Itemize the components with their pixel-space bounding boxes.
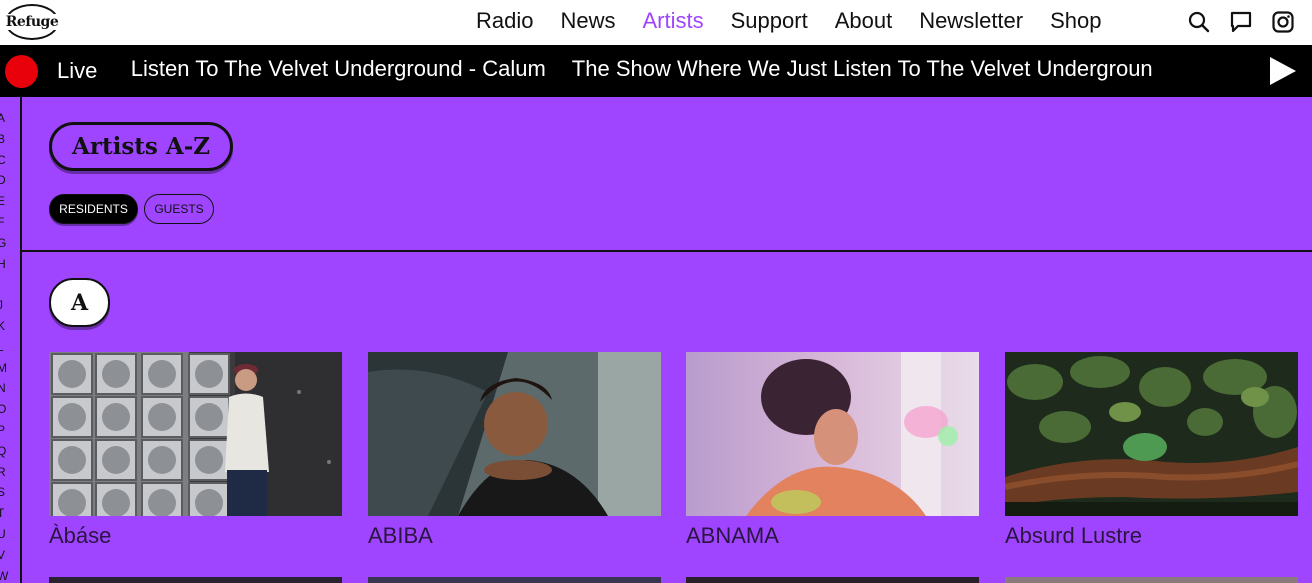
page-header: Artists A-Z RESIDENTS GUESTS	[22, 97, 1312, 252]
page-title: Artists A-Z	[49, 122, 234, 171]
live-indicator-icon	[5, 55, 38, 88]
search-icon[interactable]	[1186, 9, 1212, 35]
instagram-icon[interactable]	[1270, 9, 1296, 35]
nav-about[interactable]: About	[835, 6, 893, 36]
nav-radio[interactable]: Radio	[476, 6, 533, 36]
alphabet-letter-q[interactable]: Q	[0, 444, 6, 458]
filter-residents-button[interactable]: RESIDENTS	[49, 194, 138, 224]
artist-card-partial[interactable]	[49, 577, 342, 583]
artist-name[interactable]: Àbáse	[49, 523, 342, 549]
header-icons	[1186, 9, 1296, 35]
refuge-logo[interactable]: Refuge	[4, 4, 60, 40]
artist-card-partial[interactable]	[368, 577, 661, 583]
alphabet-letter-e[interactable]: E	[0, 194, 5, 208]
play-button[interactable]	[1240, 45, 1312, 97]
alphabet-index: ABCDEFGHIJKLMNOPQRSTUVW	[0, 97, 22, 583]
alphabet-letter-j[interactable]: J	[0, 298, 3, 312]
ticker-text: The Show Where We Just Listen To The Vel…	[571, 56, 1153, 81]
artist-card[interactable]: Absurd Lustre	[1005, 352, 1298, 549]
alphabet-letter-t[interactable]: T	[0, 506, 4, 520]
alphabet-letter-a[interactable]: A	[0, 111, 5, 125]
alphabet-letter-o[interactable]: O	[0, 402, 6, 416]
alphabet-letter-w[interactable]: W	[0, 569, 8, 583]
alphabet-letter-b[interactable]: B	[0, 132, 5, 146]
filter-guests-button[interactable]: GUESTS	[144, 194, 214, 224]
artist-card-partial[interactable]	[686, 577, 979, 583]
now-playing-ticker: e Just Listen To The Velvet Underground …	[128, 45, 1240, 97]
artist-name[interactable]: Absurd Lustre	[1005, 523, 1298, 549]
logo-text: Refuge	[4, 14, 60, 30]
nav-news[interactable]: News	[560, 6, 615, 36]
artist-card[interactable]: ABIBA	[368, 352, 661, 549]
artist-card-partial[interactable]	[1005, 577, 1298, 583]
alphabet-letter-m[interactable]: M	[0, 361, 7, 375]
nav-artists[interactable]: Artists	[643, 6, 704, 36]
alphabet-letter-d[interactable]: D	[0, 173, 6, 187]
nav-support[interactable]: Support	[731, 6, 808, 36]
alphabet-letter-h[interactable]: H	[0, 257, 6, 271]
live-player-bar: Live e Just Listen To The Velvet Undergr…	[0, 45, 1312, 97]
live-label: Live	[57, 58, 98, 83]
nav-newsletter[interactable]: Newsletter	[919, 6, 1023, 36]
alphabet-letter-n[interactable]: N	[0, 381, 6, 395]
ticker-text: e Just Listen To The Velvet Underground …	[128, 56, 546, 81]
alphabet-letter-p[interactable]: P	[0, 423, 5, 437]
alphabet-letter-u[interactable]: U	[0, 527, 6, 541]
alphabet-letter-l[interactable]: L	[0, 340, 4, 354]
artist-name[interactable]: ABIBA	[368, 523, 661, 549]
artist-card[interactable]: Àbáse	[49, 352, 342, 549]
play-icon	[1270, 57, 1296, 85]
alphabet-letter-r[interactable]: R	[0, 465, 6, 479]
alphabet-letter-f[interactable]: F	[0, 215, 4, 229]
artist-photo	[49, 352, 342, 516]
alphabet-letter-s[interactable]: S	[0, 485, 5, 499]
artist-name[interactable]: ABNAMA	[686, 523, 979, 549]
alphabet-letter-g[interactable]: G	[0, 236, 6, 250]
alphabet-letter-c[interactable]: C	[0, 153, 6, 167]
nav-shop[interactable]: Shop	[1050, 6, 1101, 36]
section-letter-badge: A	[49, 278, 110, 327]
top-navigation-bar: Refuge Radio News Artists Support About …	[0, 0, 1312, 45]
alphabet-letter-k[interactable]: K	[0, 319, 5, 333]
main-nav: Radio News Artists Support About Newslet…	[476, 6, 1129, 36]
artist-photo	[368, 352, 661, 516]
artist-photo	[1005, 352, 1298, 516]
chat-icon[interactable]	[1228, 9, 1254, 35]
artist-photo	[686, 352, 979, 516]
artist-card[interactable]: ABNAMA	[686, 352, 979, 549]
alphabet-letter-v[interactable]: V	[0, 548, 5, 562]
